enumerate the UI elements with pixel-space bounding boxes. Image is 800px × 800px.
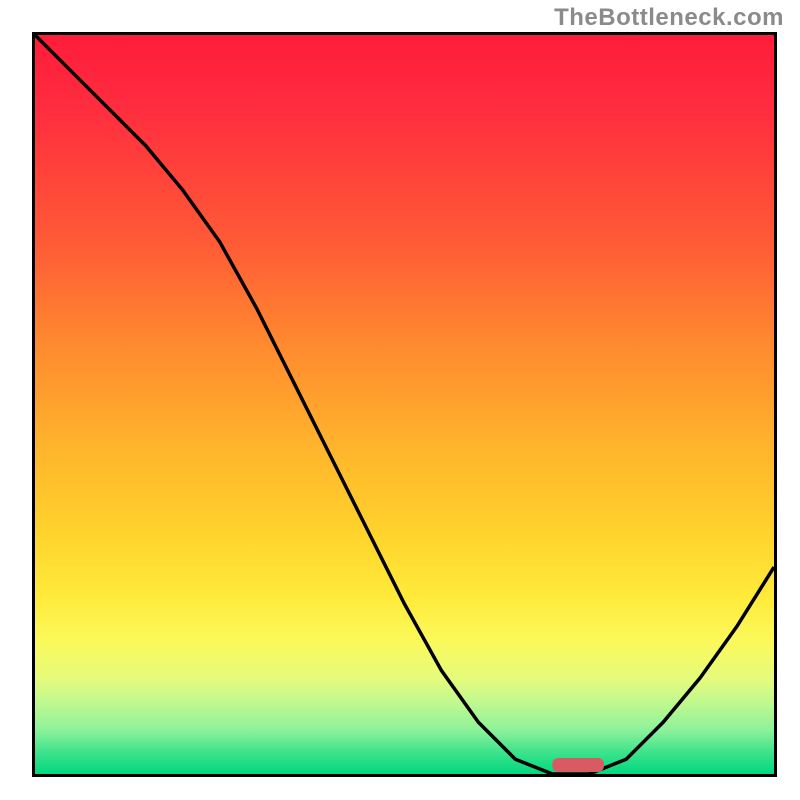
chart-overlay [35,35,774,774]
chart-plot-area [32,32,777,777]
watermark-text: TheBottleneck.com [554,4,784,32]
chart-marker [552,758,604,772]
chart-curve [35,35,774,774]
